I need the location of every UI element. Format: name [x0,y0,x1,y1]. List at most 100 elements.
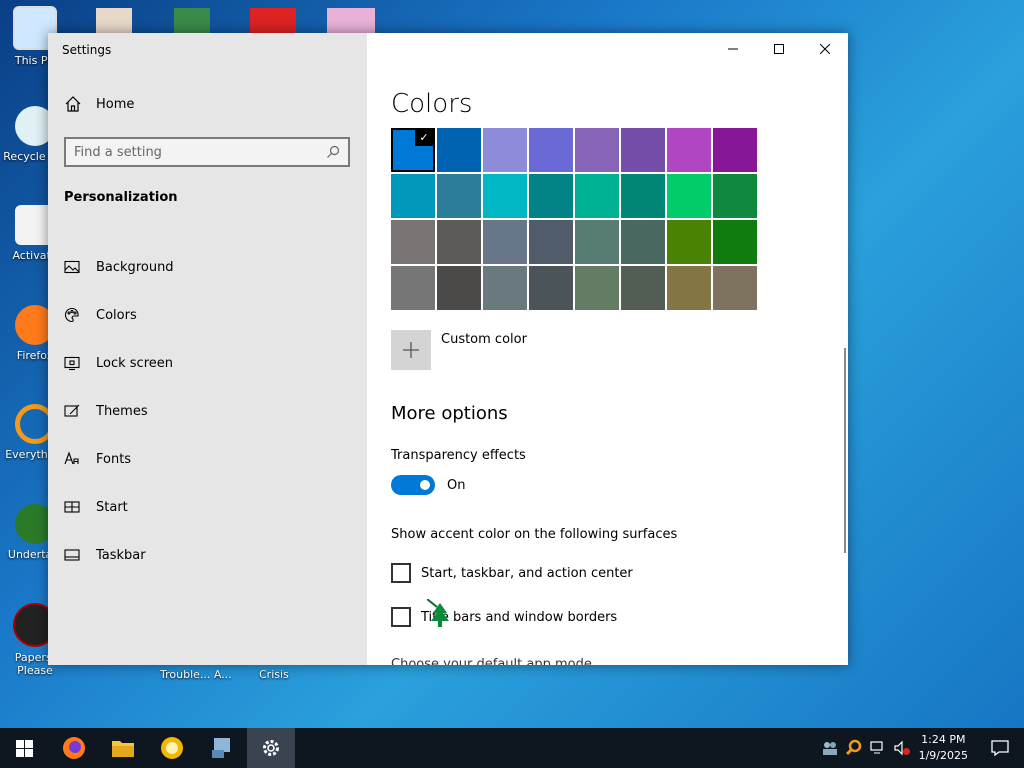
color-swatch[interactable] [437,128,481,172]
settings-window: Settings Home Find a setting Personaliza… [48,33,848,665]
color-swatch[interactable] [713,128,757,172]
volume-muted-icon[interactable] [893,739,911,757]
sidebar-item-background[interactable]: Background [64,243,174,291]
transparency-toggle[interactable] [391,475,435,495]
color-swatch[interactable] [437,220,481,264]
tree-cursor-icon [427,599,449,627]
window-title: Settings [62,43,112,57]
desktop-icon-app[interactable] [250,8,296,34]
search-app-icon[interactable] [845,739,863,757]
start-taskbar-checkbox-row[interactable]: Start, taskbar, and action center [391,563,633,583]
clock[interactable]: 1:24 PM 1/9/2025 [919,732,968,764]
color-swatch[interactable] [621,174,665,218]
desktop-icon-app[interactable] [327,8,375,34]
color-swatch[interactable] [483,220,527,264]
sidebar-item-colors[interactable]: Colors [64,291,174,339]
color-swatch[interactable] [529,128,573,172]
home-label: Home [96,96,135,112]
sidebar-item-label: Taskbar [96,547,146,563]
color-swatch[interactable] [437,174,481,218]
font-icon [64,451,79,465]
color-swatch[interactable] [713,174,757,218]
start-button[interactable] [0,728,48,768]
windows-logo-icon [15,739,33,757]
color-swatch[interactable] [575,128,619,172]
color-swatch[interactable] [713,220,757,264]
color-swatch[interactable] [667,128,711,172]
sidebar-item-label: Themes [96,403,148,419]
sidebar: Settings Home Find a setting Personaliza… [48,33,367,665]
lock-screen-icon [64,356,80,371]
more-options-heading: More options [391,403,508,424]
color-swatch[interactable] [483,128,527,172]
taskbar-control-panel[interactable] [198,728,246,768]
window-controls [710,33,848,65]
folder-icon [112,741,134,757]
custom-color-button[interactable] [391,330,431,370]
title-bars-checkbox[interactable] [391,607,411,627]
taskbar-app[interactable] [148,728,196,768]
desktop-icon-app[interactable] [174,8,210,34]
start-taskbar-checkbox[interactable] [391,563,411,583]
sidebar-item-label: Fonts [96,451,132,467]
color-swatch[interactable] [437,266,481,310]
color-swatch[interactable] [529,174,573,218]
sidebar-item-themes[interactable]: Themes [64,387,174,435]
people-icon[interactable] [821,739,839,757]
scrollbar[interactable] [844,348,846,553]
sidebar-home[interactable]: Home [64,95,134,113]
plus-icon [403,342,419,358]
start-icon [64,501,80,513]
sidebar-item-lock-screen[interactable]: Lock screen [64,339,174,387]
transparency-label: Transparency effects [391,448,526,463]
color-swatch[interactable] [529,220,573,264]
color-swatch[interactable] [575,220,619,264]
page-title: Colors [391,89,473,119]
title-bars-checkbox-row[interactable]: Title bars and window borders [391,607,617,627]
picture-icon [64,260,80,274]
color-swatch[interactable] [529,266,573,310]
desktop-icon-label: Trouble... A... [160,668,232,681]
color-swatch[interactable] [391,128,435,172]
brush-icon [64,404,80,417]
color-swatch[interactable] [483,266,527,310]
color-swatch[interactable] [391,174,435,218]
taskbar-settings[interactable] [247,728,295,768]
network-icon[interactable] [869,739,887,757]
maximize-icon [774,44,784,54]
color-swatch[interactable] [667,220,711,264]
clock-time: 1:24 PM [921,733,966,746]
taskbar-icon [64,549,80,561]
color-swatch[interactable] [621,128,665,172]
color-swatch[interactable] [621,266,665,310]
color-swatch[interactable] [575,266,619,310]
checkbox-label: Start, taskbar, and action center [421,565,633,581]
color-swatch[interactable] [667,266,711,310]
taskbar-file-explorer[interactable] [99,728,147,768]
app-circle-icon [161,737,183,759]
color-swatch[interactable] [621,220,665,264]
minimize-button[interactable] [710,33,756,65]
maximize-button[interactable] [756,33,802,65]
sidebar-item-taskbar[interactable]: Taskbar [64,531,174,579]
notification-icon[interactable] [990,738,1010,758]
color-swatch[interactable] [713,266,757,310]
desktop-icon-app[interactable] [96,8,132,34]
sidebar-item-fonts[interactable]: Fonts [64,435,174,483]
accent-surfaces-label: Show accent color on the following surfa… [391,527,678,542]
taskbar-firefox[interactable] [50,728,98,768]
accent-color-grid [391,128,757,310]
color-swatch[interactable] [667,174,711,218]
gear-icon [263,740,279,756]
sidebar-item-start[interactable]: Start [64,483,174,531]
color-swatch[interactable] [391,220,435,264]
search-input[interactable]: Find a setting [64,137,350,167]
close-button[interactable] [802,33,848,65]
system-tray: 1:24 PM 1/9/2025 [821,728,1024,768]
color-swatch[interactable] [483,174,527,218]
custom-color-label[interactable]: Custom color [441,332,527,347]
home-icon [65,96,81,112]
color-swatch[interactable] [575,174,619,218]
main-content: Colors Custom color More options Transpa… [367,33,848,665]
color-swatch[interactable] [391,266,435,310]
